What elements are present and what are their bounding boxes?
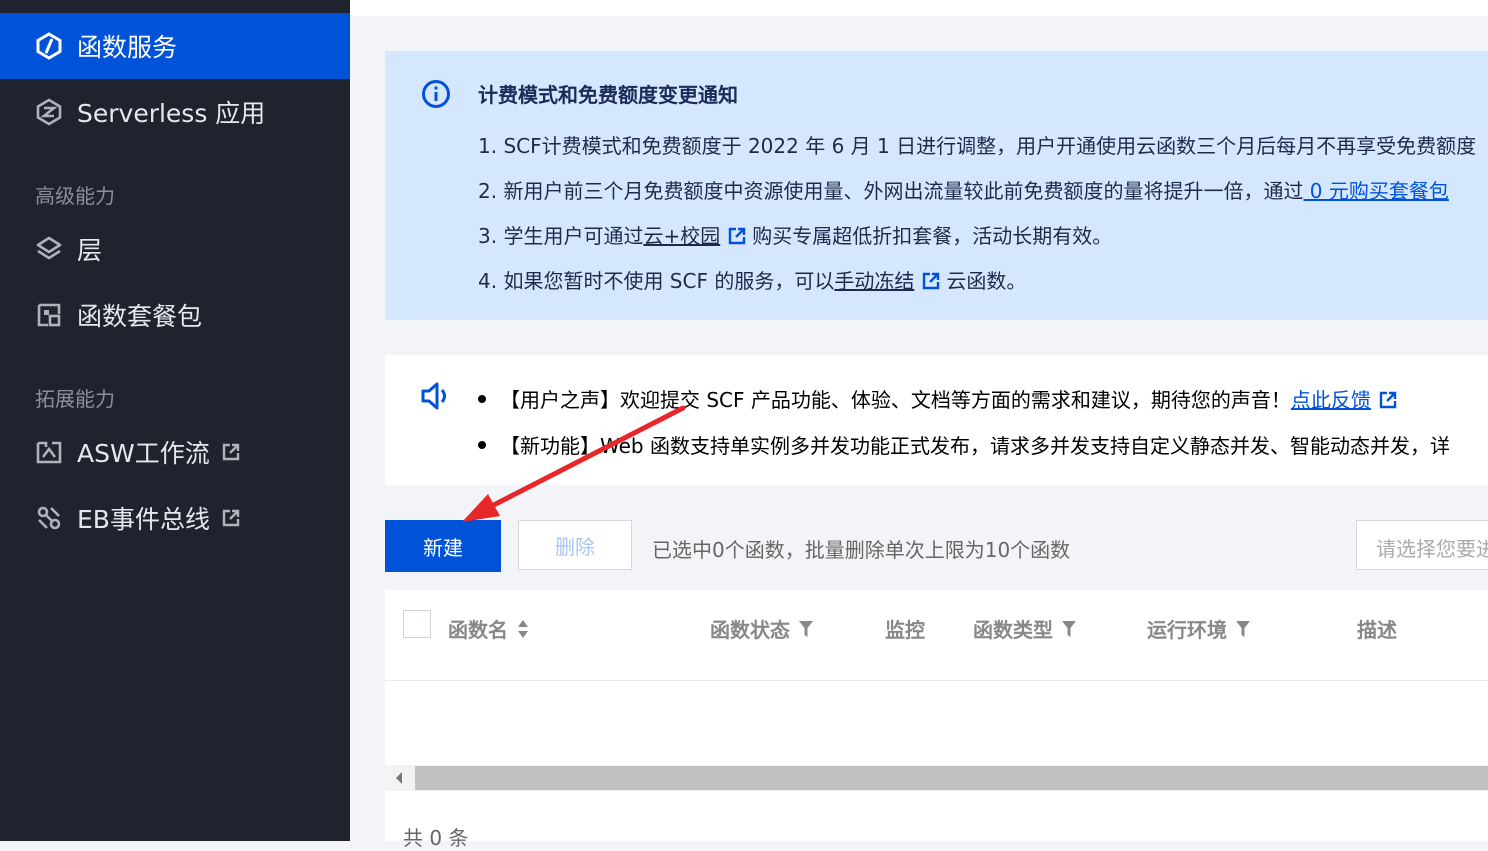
- notice-line-1: 1. SCF计费模式和免费额度于 2022 年 6 月 1 日进行调整，用户开通…: [478, 134, 1477, 158]
- delete-button[interactable]: 删除: [518, 520, 632, 570]
- external-link-icon: [222, 442, 242, 462]
- column-runtime[interactable]: 运行环境: [1147, 614, 1251, 643]
- sidebar-item-label: EB事件总线: [77, 505, 210, 534]
- filter-icon[interactable]: [798, 620, 814, 638]
- function-service-icon: [34, 31, 64, 61]
- info-icon: [422, 80, 450, 108]
- buy-package-link[interactable]: 0 元购买套餐包: [1303, 179, 1449, 203]
- announcement-text: 【新功能】Web 函数支持单实例多并发功能正式发布，请求多并发支持自定义静态并发…: [500, 434, 1450, 458]
- freeze-link[interactable]: 手动冻结: [834, 269, 914, 293]
- column-label: 函数状态: [710, 618, 790, 642]
- billing-notice: 计费模式和免费额度变更通知 1. SCF计费模式和免费额度于 2022 年 6 …: [385, 51, 1488, 320]
- notice-line-2-text: 2. 新用户前三个月免费额度中资源使用量、外网出流量较此前免费额度的量将提升一倍…: [478, 179, 1304, 203]
- column-description: 描述: [1357, 614, 1397, 643]
- filter-icon[interactable]: [1061, 620, 1077, 638]
- notice-title: 计费模式和免费额度变更通知: [478, 83, 738, 107]
- layers-icon: [34, 234, 64, 264]
- serverless-app-icon: [34, 97, 64, 127]
- scroll-left-icon[interactable]: [395, 772, 403, 784]
- sidebar-item-label: 函数套餐包: [77, 302, 203, 331]
- sidebar-group-advanced: 高级能力: [35, 184, 115, 208]
- filter-icon[interactable]: [1235, 620, 1251, 638]
- scrollbar-thumb[interactable]: [415, 766, 1488, 790]
- column-function-name[interactable]: 函数名: [448, 614, 530, 643]
- campus-link[interactable]: 云+校园: [643, 224, 720, 248]
- package-icon: [34, 300, 64, 330]
- total-count: 共 0 条: [403, 826, 469, 850]
- speaker-icon: [421, 382, 446, 410]
- selection-status: 已选中0个函数，批量删除单次上限为10个函数: [652, 538, 1071, 562]
- event-bus-icon: [34, 503, 64, 533]
- bullet: [478, 441, 486, 449]
- external-link-icon: [923, 272, 940, 290]
- column-monitor: 监控: [885, 614, 925, 643]
- notice-line-3-suffix: 购买专属超低折扣套餐，活动长期有效。: [752, 224, 1113, 248]
- column-label: 函数类型: [973, 618, 1053, 642]
- sidebar: 函数服务 Serverless 应用 高级能力 层 函数套餐包 拓展能力 ASW…: [0, 0, 350, 841]
- sidebar-item-layers[interactable]: 层: [0, 216, 350, 282]
- sidebar-item-eb-event-bus[interactable]: EB事件总线: [0, 485, 350, 551]
- announcement-text: 【用户之声】欢迎提交 SCF 产品功能、体验、文档等方面的需求和建议，期待您的声…: [500, 388, 1291, 412]
- external-link-icon: [1379, 391, 1397, 409]
- column-function-type[interactable]: 函数类型: [973, 614, 1077, 643]
- search-input[interactable]: 请选择您要进: [1356, 520, 1488, 570]
- horizontal-scrollbar[interactable]: [385, 765, 1488, 791]
- table-header: 函数名 函数状态 监控 函数类型 运行环境 描述: [385, 590, 1488, 681]
- announcement-item: 【新功能】Web 函数支持单实例多并发功能正式发布，请求多并发支持自定义静态并发…: [478, 430, 1450, 459]
- notice-line-2: 2. 新用户前三个月免费额度中资源使用量、外网出流量较此前免费额度的量将提升一倍…: [478, 175, 1449, 204]
- announcement-panel: 【用户之声】欢迎提交 SCF 产品功能、体验、文档等方面的需求和建议，期待您的声…: [385, 355, 1488, 485]
- notice-line-3-text: 3. 学生用户可通过: [478, 224, 644, 248]
- sidebar-group-extension: 拓展能力: [35, 387, 115, 411]
- workflow-icon: [34, 437, 64, 467]
- sort-icon[interactable]: [516, 619, 530, 639]
- bullet: [478, 395, 486, 403]
- notice-line-4: 4. 如果您暂时不使用 SCF 的服务，可以手动冻结 云函数。: [478, 265, 1026, 294]
- announcement-item: 【用户之声】欢迎提交 SCF 产品功能、体验、文档等方面的需求和建议，期待您的声…: [478, 384, 1403, 413]
- sidebar-item-function-service[interactable]: 函数服务: [0, 13, 350, 79]
- sidebar-item-label: 层: [77, 236, 103, 265]
- feedback-link[interactable]: 点此反馈: [1291, 388, 1371, 412]
- sidebar-item-label: 函数服务: [77, 33, 178, 62]
- notice-line-3: 3. 学生用户可通过云+校园 购买专属超低折扣套餐，活动长期有效。: [478, 220, 1112, 249]
- sidebar-item-package[interactable]: 函数套餐包: [0, 282, 350, 348]
- main-content: 计费模式和免费额度变更通知 1. SCF计费模式和免费额度于 2022 年 6 …: [350, 0, 1488, 850]
- sidebar-item-asw-workflow[interactable]: ASW工作流: [0, 419, 350, 485]
- sidebar-item-label: Serverless 应用: [77, 99, 266, 128]
- column-label: 函数名: [448, 618, 508, 642]
- column-label: 描述: [1357, 618, 1397, 642]
- sidebar-item-serverless-app[interactable]: Serverless 应用: [0, 79, 350, 145]
- select-all-checkbox[interactable]: [403, 610, 431, 638]
- notice-line-4-suffix: 云函数。: [946, 269, 1027, 293]
- column-label: 运行环境: [1147, 618, 1227, 642]
- function-toolbar: 新建 删除 已选中0个函数，批量删除单次上限为10个函数 请选择您要进: [385, 520, 1488, 572]
- new-function-button[interactable]: 新建: [385, 520, 501, 572]
- notice-line-4-text: 4. 如果您暂时不使用 SCF 的服务，可以: [478, 269, 835, 293]
- sidebar-item-label: ASW工作流: [77, 439, 210, 468]
- external-link-icon: [729, 227, 746, 245]
- column-label: 监控: [885, 618, 925, 642]
- column-function-status[interactable]: 函数状态: [710, 614, 814, 643]
- external-link-icon: [222, 508, 242, 528]
- top-bar: [350, 0, 1488, 16]
- function-table: 函数名 函数状态 监控 函数类型 运行环境 描述 共 0 条: [385, 590, 1488, 850]
